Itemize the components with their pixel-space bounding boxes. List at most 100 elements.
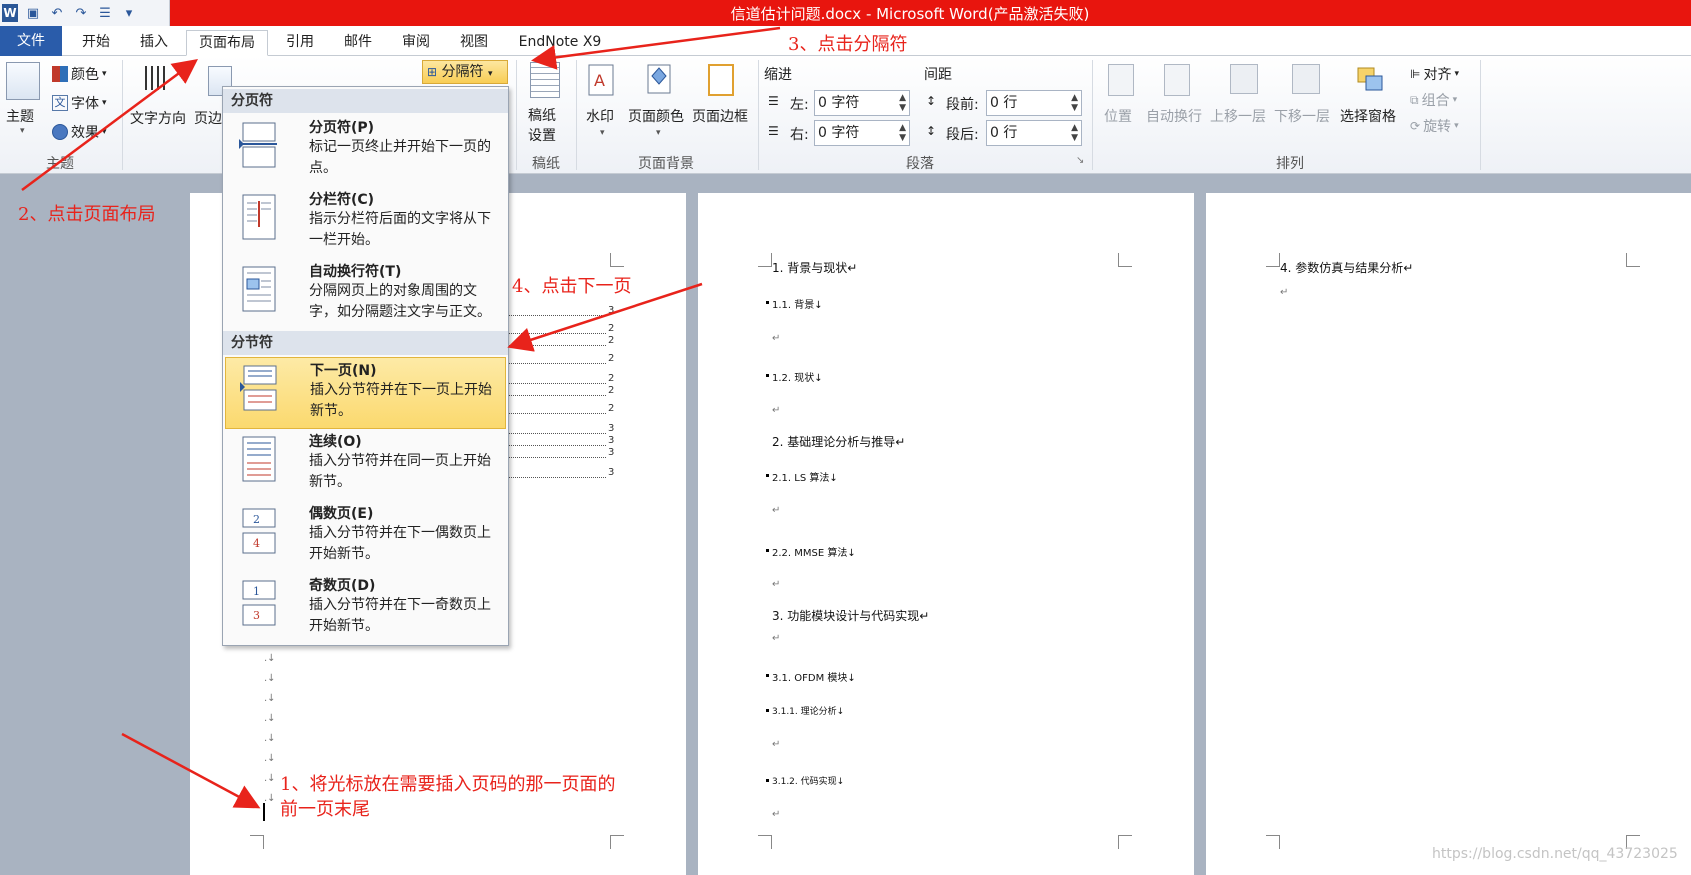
undo-icon[interactable]: ↶ (48, 6, 66, 21)
heading-2: 2.2. MMSE 算法↓ (772, 548, 856, 559)
themes-button[interactable] (6, 62, 40, 100)
space-after-label: 段后: (946, 127, 979, 143)
menu-item-next-page[interactable]: 下一页(N) 插入分节符并在下一页上开始新节。 (225, 357, 506, 429)
spinner-icon[interactable]: ▲ ▼ (1071, 123, 1078, 143)
menu-item-text-wrapping-break[interactable]: 自动换行符(T) 分隔网页上的对象周围的文字，如分隔题注文字与正文。 (225, 259, 506, 331)
menu-item-column-break[interactable]: 分栏符(C) 指示分栏符后面的文字将从下一栏开始。 (225, 187, 506, 259)
svg-text:4: 4 (253, 537, 260, 550)
dialog-launcher-icon[interactable]: ↘ (1076, 155, 1084, 166)
tab-view[interactable]: 视图 (450, 30, 498, 56)
heading-1: 2. 基础理论分析与推导↵ (772, 435, 906, 449)
tab-insert[interactable]: 插入 (130, 30, 178, 56)
fonts-button[interactable]: 文 字体 ▾ (52, 93, 107, 113)
bring-forward-button[interactable]: 上移一层 (1210, 106, 1266, 126)
themes-label: 主题 (6, 109, 34, 125)
spinner-icon[interactable]: ▲ ▼ (899, 123, 906, 143)
fonts-icon: 文 (52, 95, 68, 111)
colors-button[interactable]: 颜色 ▾ (52, 64, 107, 84)
text-direction-button[interactable]: 文字方向 (130, 108, 186, 128)
window-title: 信道估计问题.docx - Microsoft Word(产品激活失败) (730, 5, 1090, 23)
toc-page-number: 3 (608, 423, 615, 434)
menu-item-even-page[interactable]: 24 偶数页(E) 插入分节符并在下一偶数页上开始新节。 (225, 501, 506, 573)
space-before-input[interactable]: 0 行 ▲ ▼ (986, 90, 1082, 116)
heading-2: 3.1. OFDM 模块↓ (772, 673, 856, 684)
watermark-chevron-down-icon[interactable]: ▾ (600, 128, 605, 138)
menu-item-page-break[interactable]: 分页符(P) 标记一页终止并开始下一页的点。 (225, 115, 506, 187)
paragraph-mark: ↵ (772, 505, 781, 516)
align-button[interactable]: ⊫ 对齐 ▾ (1410, 64, 1459, 84)
menu-item-title: 奇数页(D) (309, 578, 376, 594)
breaks-button[interactable]: ⊞ 分隔符 ▾ (422, 60, 508, 84)
tab-file[interactable]: 文件 (0, 26, 62, 56)
indent-label: 缩进 (764, 67, 792, 83)
effects-button[interactable]: 效果 ▾ (52, 122, 107, 142)
group-button[interactable]: ⧉ 组合 ▾ (1410, 90, 1457, 110)
document-page-2[interactable]: 1. 背景与现状↵ 1.1. 背景↓ ↵ 1.2. 现状↓ ↵ 2. 基础理论分… (698, 193, 1194, 875)
menu-item-description: 指示分栏符后面的文字将从下一栏开始。 (309, 211, 491, 248)
page-color-button[interactable]: 页面颜色 (628, 106, 684, 126)
quick-access-toolbar: W ▣ ↶ ↷ ☰ ▾ (0, 0, 170, 26)
page-color-chevron-down-icon[interactable]: ▾ (656, 128, 661, 138)
paragraph-mark: .↓ (264, 673, 276, 684)
menu-item-title: 分页符(P) (309, 120, 375, 136)
heading-3: 3.1.2. 代码实现↓ (772, 777, 845, 787)
annotation-step-2: 2、点击页面布局 (18, 204, 156, 225)
heading-2: 2.1. LS 算法↓ (772, 473, 838, 484)
effects-label: 效果 (71, 125, 99, 141)
spinner-icon[interactable]: ▲ ▼ (1071, 93, 1078, 113)
page-break-icon (239, 122, 277, 168)
paragraph-mark: .↓ (264, 653, 276, 664)
watermark-button[interactable]: 水印 (586, 106, 614, 126)
paragraph-mark: ↵ (772, 739, 781, 750)
paragraph-mark: ↵ (772, 633, 781, 644)
colors-icon (52, 66, 68, 82)
margins-button[interactable]: 页边 (194, 108, 222, 128)
save-icon[interactable]: ▣ (24, 6, 42, 21)
redo-icon[interactable]: ↷ (72, 6, 90, 21)
themes-icon (6, 62, 40, 100)
wrap-text-button[interactable]: 自动换行 (1146, 106, 1202, 126)
indent-right-input[interactable]: 0 字符 ▲ ▼ (814, 120, 910, 146)
selection-pane-icon (1356, 64, 1386, 100)
word-logo-icon[interactable]: W (2, 4, 18, 22)
tab-endnote[interactable]: EndNote X9 (510, 30, 610, 56)
section-breaks-header: 分节符 (223, 331, 508, 355)
page-borders-button[interactable]: 页面边框 (692, 106, 748, 126)
watermark-icon: A (588, 64, 614, 100)
customize-icon[interactable]: ▾ (120, 6, 138, 21)
toc-page-number: 2 (608, 353, 615, 364)
tab-page-layout[interactable]: 页面布局 (186, 30, 268, 56)
paragraph-mark: .↓ (264, 693, 276, 704)
tab-mailings[interactable]: 邮件 (334, 30, 382, 56)
spinner-icon[interactable]: ▲ ▼ (899, 93, 906, 113)
menu-item-odd-page[interactable]: 13 奇数页(D) 插入分节符并在下一奇数页上开始新节。 (225, 573, 506, 645)
tab-home[interactable]: 开始 (72, 30, 120, 56)
themes-chevron-down-icon[interactable]: ▾ (20, 126, 25, 136)
position-button[interactable]: 位置 (1104, 106, 1132, 126)
tab-references[interactable]: 引用 (276, 30, 324, 56)
selection-pane-button[interactable]: 选择窗格 (1340, 106, 1396, 126)
list-icon[interactable]: ☰ (96, 6, 114, 21)
send-backward-button[interactable]: 下移一层 (1274, 106, 1330, 126)
menu-item-continuous[interactable]: 连续(O) 插入分节符并在同一页上开始新节。 (225, 429, 506, 501)
rotate-button[interactable]: ⟳ 旋转 ▾ (1410, 116, 1459, 136)
manuscript-settings-button[interactable]: 稿纸 设置 (528, 106, 556, 146)
paragraph-group-label: 段落 (906, 156, 934, 172)
menu-item-description: 标记一页终止并开始下一页的点。 (309, 139, 491, 176)
menu-item-title: 偶数页(E) (309, 506, 374, 522)
tab-review[interactable]: 审阅 (392, 30, 440, 56)
space-before-label: 段前: (946, 97, 979, 113)
indent-left-input[interactable]: 0 字符 ▲ ▼ (814, 90, 910, 116)
indent-right-value: 0 字符 (818, 125, 860, 141)
space-after-input[interactable]: 0 行 ▲ ▼ (986, 120, 1082, 146)
svg-text:A: A (594, 71, 605, 90)
annotation-step-4: 4、点击下一页 (512, 276, 632, 297)
even-page-icon: 24 (242, 508, 276, 554)
text-cursor (263, 803, 265, 821)
paragraph-mark: .↓ (264, 733, 276, 744)
colors-label: 颜色 (71, 67, 99, 83)
breaks-dropdown-menu: 分页符 分页符(P) 标记一页终止并开始下一页的点。 分栏符(C) 指示分栏符后… (222, 86, 509, 646)
page-background-group-label: 页面背景 (638, 156, 694, 172)
toc-page-number: 3 (608, 467, 615, 478)
document-page-3[interactable]: 4. 参数仿真与结果分析↵ ↵ (1206, 193, 1691, 875)
